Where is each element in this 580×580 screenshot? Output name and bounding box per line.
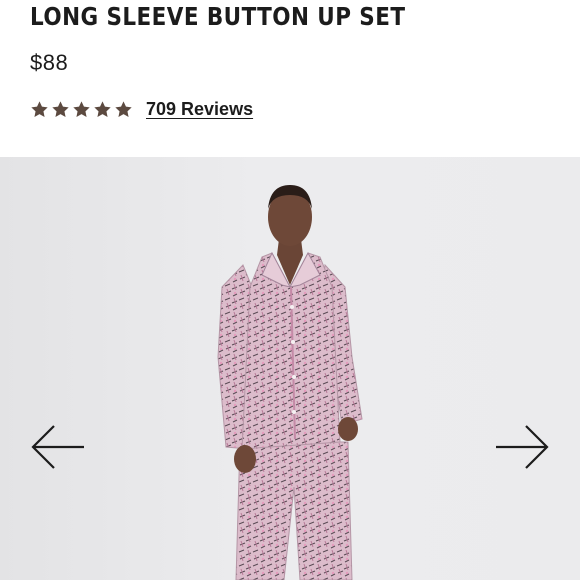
reviews-link[interactable]: 709 Reviews <box>146 99 253 120</box>
product-price: $88 <box>30 50 69 75</box>
product-title: LONG SLEEVE BUTTON UP SET <box>30 2 406 31</box>
product-photo <box>217 185 363 580</box>
arrow-left-icon[interactable] <box>30 422 86 472</box>
star-icon <box>115 101 132 117</box>
star-icon <box>73 101 90 117</box>
arrow-right-icon[interactable] <box>494 422 550 472</box>
star-icon <box>94 101 111 117</box>
star-icon <box>52 101 69 117</box>
product-image-gallery <box>0 157 580 580</box>
star-icon <box>31 101 48 117</box>
rating-row: 709 Reviews <box>30 99 253 120</box>
star-rating <box>30 100 133 119</box>
